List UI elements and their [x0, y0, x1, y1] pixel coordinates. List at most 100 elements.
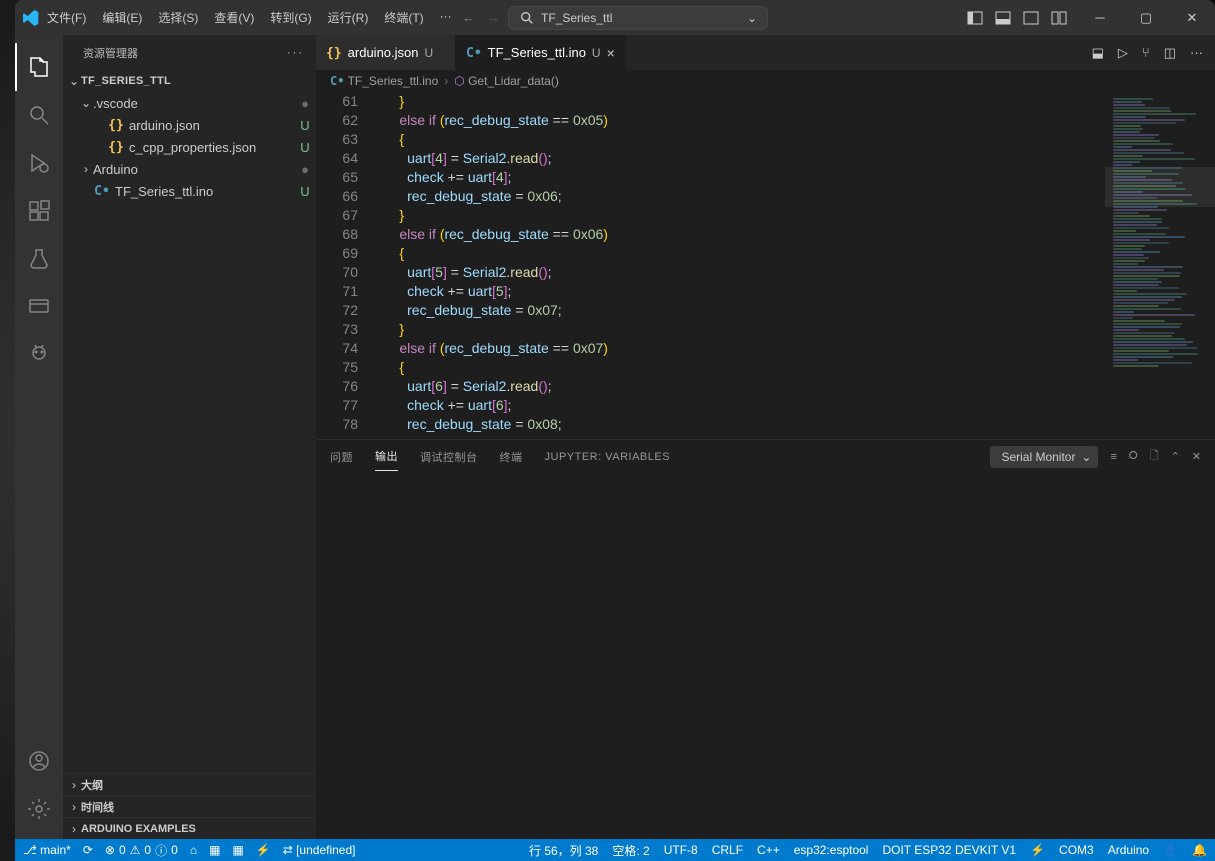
editor-action-icon[interactable]: ⬓ [1092, 45, 1104, 61]
activity-extensions[interactable] [15, 187, 63, 235]
nav-back-icon[interactable]: ← [462, 10, 475, 25]
status-right-3[interactable]: CRLF [712, 843, 743, 857]
menu-1[interactable]: 编辑(E) [94, 5, 150, 30]
command-search[interactable]: TF_Series_ttl ⌄ [508, 6, 768, 30]
editor-action-icon[interactable]: ⑂ [1142, 45, 1150, 60]
explorer-sidebar: 资源管理器 ··· ⌄ TF_SERIES_TTL ⌄.vscode●{}ard… [63, 35, 316, 839]
layout-left-icon[interactable] [967, 10, 983, 26]
sidebar-title: 资源管理器 [83, 45, 138, 61]
status-sync[interactable]: ⟳ [83, 843, 93, 857]
activity-platformio[interactable] [15, 331, 63, 379]
tree-item-arduino.json[interactable]: {}arduino.jsonU [63, 114, 316, 136]
sidebar-more-icon[interactable]: ··· [287, 47, 304, 59]
panel-tab-输出[interactable]: 输出 [375, 442, 398, 471]
status-right-6[interactable]: DOIT ESP32 DEVKIT V1 [882, 843, 1016, 857]
status-right-1[interactable]: 空格: 2 [612, 842, 649, 859]
status-right-2[interactable]: UTF-8 [664, 843, 698, 857]
layout-right-icon[interactable] [1023, 10, 1039, 26]
maximize-button[interactable]: ▢ [1123, 0, 1169, 35]
breadcrumb-item[interactable]: C• TF_Series_ttl.ino [330, 74, 438, 88]
status-right-8[interactable]: COM3 [1059, 843, 1094, 857]
panel-close-icon[interactable]: ✕ [1192, 450, 1201, 463]
tab-arduino.json[interactable]: {}arduino.jsonU [316, 35, 456, 70]
search-text: TF_Series_ttl [541, 11, 612, 25]
editor-split-icon[interactable]: ◫ [1164, 45, 1176, 61]
tree-item-c_cpp_properties.json[interactable]: {}c_cpp_properties.jsonU [63, 136, 316, 158]
statusbar: ⎇ main* ⟳ ⊗0⚠0ⓘ0 ⌂ ▦ ▦ ⚡ ⇄ [undefined] 行 5… [15, 839, 1215, 861]
titlebar: 文件(F)编辑(E)选择(S)查看(V)转到(G)运行(R)终端(T)··· ←… [15, 0, 1215, 35]
activity-explorer[interactable] [15, 43, 63, 91]
status-right-0[interactable]: 行 56，列 38 [529, 842, 598, 859]
line-gutter: 616263646566676869707172737475767778 [316, 92, 376, 439]
status-home[interactable]: ⌂ [190, 843, 197, 857]
panel-filter-icon[interactable]: ≡ [1110, 451, 1116, 463]
minimap-viewport[interactable] [1105, 167, 1215, 207]
status-errwarn[interactable]: ⊗0⚠0ⓘ0 [105, 842, 178, 859]
panel-tabs: 问题输出调试控制台终端JUPYTER: VARIABLESSerial Moni… [316, 440, 1215, 473]
menu-3[interactable]: 查看(V) [206, 5, 262, 30]
panel-tab-问题[interactable]: 问题 [330, 443, 353, 471]
code-editor[interactable]: 616263646566676869707172737475767778 } e… [316, 92, 1105, 439]
status-right-7[interactable]: ⚡ [1030, 843, 1045, 857]
status-right-10[interactable]: 👤 [1163, 843, 1178, 857]
menu-0[interactable]: 文件(F) [39, 5, 94, 30]
activity-settings[interactable] [15, 785, 63, 833]
editor-tabs: {}arduino.jsonUC•TF_Series_ttl.inoU× ⬓ ▷ ⑂ ◫… [316, 35, 1215, 70]
sidebar-section-时间线[interactable]: ›时间线 [63, 795, 316, 817]
file-tree: ⌄ TF_SERIES_TTL ⌄.vscode●{}arduino.jsonU… [63, 70, 316, 773]
menu-7[interactable]: ··· [432, 5, 460, 30]
panel-tab-终端[interactable]: 终端 [500, 443, 523, 471]
editor-action-icon[interactable]: ▷ [1118, 45, 1128, 61]
panel-tab-调试控制台[interactable]: 调试控制台 [420, 443, 478, 471]
minimap[interactable] [1105, 92, 1215, 439]
activity-bar [15, 35, 63, 839]
tree-item-Arduino[interactable]: ›Arduino● [63, 158, 316, 180]
sidebar-section-ARDUINO EXAMPLES[interactable]: ›ARDUINO EXAMPLES [63, 817, 316, 839]
search-icon [519, 10, 535, 26]
status-right-9[interactable]: Arduino [1108, 843, 1149, 857]
menu-2[interactable]: 选择(S) [150, 5, 206, 30]
breadcrumb[interactable]: C• TF_Series_ttl.ino›⬡ Get_Lidar_data() [316, 70, 1215, 92]
layout-bottom-icon[interactable] [995, 10, 1011, 26]
editor-more-icon[interactable]: ··· [1190, 45, 1203, 60]
activity-remote[interactable] [15, 283, 63, 331]
menu-4[interactable]: 转到(G) [262, 5, 319, 30]
status-chip[interactable]: ▦ [209, 843, 220, 857]
status-chip[interactable]: ▦ [232, 843, 243, 857]
panel-collapse-icon[interactable]: ⌃ [1171, 450, 1180, 463]
status-arrows[interactable]: ⇄ [undefined] [283, 843, 356, 857]
activity-run[interactable] [15, 139, 63, 187]
close-button[interactable]: ✕ [1169, 0, 1215, 35]
panel-selector[interactable]: Serial Monitor ⌄ [990, 446, 1098, 468]
status-right-5[interactable]: esp32:esptool [794, 843, 869, 857]
tab-TF_Series_ttl.ino[interactable]: C•TF_Series_ttl.inoU× [456, 35, 626, 70]
menu-5[interactable]: 运行(R) [320, 5, 377, 30]
panel-body[interactable] [316, 473, 1215, 839]
sidebar-section-大纲[interactable]: ›大纲 [63, 773, 316, 795]
menubar: 文件(F)编辑(E)选择(S)查看(V)转到(G)运行(R)终端(T)··· [39, 5, 460, 30]
status-plug[interactable]: ⚡ [256, 843, 271, 857]
status-right-11[interactable]: 🔔 [1192, 843, 1207, 857]
activity-accounts[interactable] [15, 737, 63, 785]
status-right-4[interactable]: C++ [757, 843, 780, 857]
tree-item-TF_Series_ttl.ino[interactable]: C•TF_Series_ttl.inoU [63, 180, 316, 202]
menu-6[interactable]: 终端(T) [376, 5, 431, 30]
panel-tab-JUPYTER: VARIABLES[interactable]: JUPYTER: VARIABLES [545, 445, 671, 469]
tree-root[interactable]: ⌄ TF_SERIES_TTL [63, 70, 316, 92]
panel-lock-icon[interactable]: ⭘ [1129, 450, 1138, 463]
panel-clear-icon[interactable]: 🗋 [1150, 447, 1159, 466]
breadcrumb-item[interactable]: ⬡ Get_Lidar_data() [454, 74, 559, 88]
layout-custom-icon[interactable] [1051, 10, 1067, 26]
code-content[interactable]: } else if (rec_debug_state == 0x05) { ua… [376, 92, 1105, 439]
status-branch[interactable]: ⎇ main* [23, 843, 71, 857]
tab-close-icon[interactable]: × [607, 45, 615, 61]
bottom-panel: 问题输出调试控制台终端JUPYTER: VARIABLESSerial Moni… [316, 439, 1215, 839]
activity-search[interactable] [15, 91, 63, 139]
tree-item-.vscode[interactable]: ⌄.vscode● [63, 92, 316, 114]
minimize-button[interactable]: ─ [1077, 0, 1123, 35]
activity-testing[interactable] [15, 235, 63, 283]
chevron-down-icon: ⌄ [747, 11, 757, 25]
nav-fwd-icon[interactable]: → [487, 10, 500, 25]
editor-area: {}arduino.jsonUC•TF_Series_ttl.inoU× ⬓ ▷ ⑂ ◫… [316, 35, 1215, 839]
vscode-icon [23, 10, 39, 26]
